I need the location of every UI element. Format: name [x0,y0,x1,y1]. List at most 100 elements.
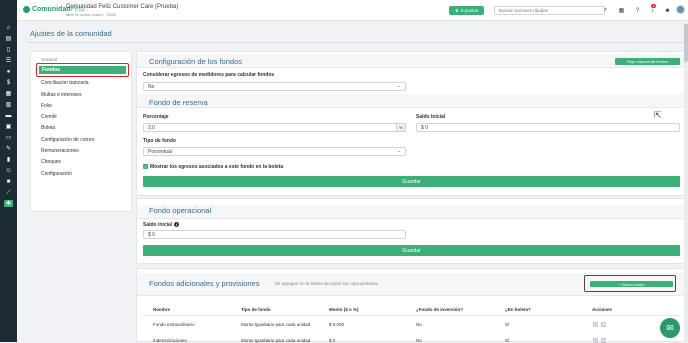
row-name: Indemnizaciones [153,338,187,343]
row-in-bill: Sí [505,322,510,327]
search-icon[interactable]: ⌕ [602,7,609,14]
col-type: Tipo de fondo [241,307,271,312]
include-expenses-label: Considerar egresos de medidores para cal… [143,72,275,78]
operational-balance-input[interactable]: $ 0 [143,230,406,239]
additional-funds-subtitle: Se agregan en la boleta de todos los cop… [275,281,378,286]
community-name[interactable]: Comunidad Feliz Customer Care (Prueba) [66,4,178,10]
wrench-icon[interactable]: ✎ [4,145,13,152]
table-divider [143,315,680,316]
divider [27,42,688,43]
row-name: Fondo extraordinario [153,322,195,327]
col-amount: Monto ($ o %) [329,307,359,312]
operational-balance-text: Saldo inicial [143,222,173,228]
new-fund-button[interactable]: + Nuevo fondo [590,281,673,287]
clipboard-icon[interactable]: ▥ [4,101,13,108]
line-chart-icon[interactable]: ⟋ [4,189,13,196]
menu-section-general: General [41,57,58,62]
dollar-icon[interactable]: $ [4,79,13,86]
row-type: Monto Igualitario para cada unidad [241,322,311,327]
users-icon[interactable]: ☺ [4,167,13,174]
menu-item-cheques[interactable]: Cheques [41,159,61,165]
operational-balance-label: Saldo inicial i [143,222,180,228]
scrollbar[interactable] [684,22,688,342]
percentage-value: 2,0 [148,124,155,131]
row-investment: No [416,322,422,327]
trash-icon[interactable]: ▯ [601,322,606,327]
include-expenses-select[interactable]: No ⌄ [143,82,406,91]
points-label: 0 puntos [460,8,479,13]
reserve-fund-title: Fondo de reserva [149,98,208,107]
building-icon[interactable]: ▤ [4,35,13,42]
include-expenses-value: No [148,83,155,90]
notification-badge: 1 [651,4,656,8]
row-amount: $ 0 [329,338,336,343]
show-expenses-checkbox[interactable]: ✓ [143,164,148,169]
page-title: Ajustes de la comunidad [30,29,112,38]
quick-search-input[interactable]: Buscar acciones rápidas [494,6,605,15]
edit-icon[interactable]: ✎ [593,322,598,327]
current-period: Mes en curso: marzo · 2025 [66,12,116,17]
trash-icon[interactable]: ▯ [601,338,606,343]
edit-icon[interactable]: ✎ [593,338,598,343]
info-icon[interactable]: i [174,222,180,227]
home-icon[interactable]: ⌂ [4,24,13,31]
box-icon[interactable]: ■ [4,178,13,185]
menu-item-folio[interactable]: Folio [41,103,52,109]
menu-item-multas[interactable]: Multas e intereses [41,92,82,98]
help-icon[interactable]: ? [634,7,641,14]
folder-icon[interactable]: ▭ [4,134,13,141]
alert-icon[interactable]: ● [4,68,13,75]
menu-item-configuracion[interactable]: Configuración [41,171,72,177]
additional-funds-title: Fondos adicionales y provisiones [149,279,260,288]
list-icon[interactable]: ☰ [4,57,13,64]
points-button[interactable]: ♛ 0 puntos [449,6,484,15]
operational-fund-title: Fondo operacional [149,206,212,215]
fund-type-value: Porcentual [148,148,172,155]
menu-item-boleta[interactable]: Boleta [41,125,55,131]
chevron-down-icon: ⌄ [396,148,401,154]
scrollbar-thumb[interactable] [684,24,688,62]
contacts-icon[interactable]: ▣ [4,123,13,130]
reserve-save-button[interactable]: Guardar [143,176,680,187]
col-name: Nombre [153,307,171,312]
trophy-icon: ♛ [454,7,459,13]
document-icon[interactable]: ▯ [4,46,13,53]
menu-item-conciliacion[interactable]: Conciliación bancaria [41,80,89,86]
percentage-label: Porcentaje [143,114,169,120]
menu-item-remuneraciones[interactable]: Remuneraciones [41,148,79,154]
calendar-icon[interactable]: ▦ [4,90,13,97]
menu-item-correo[interactable]: Configuración de correo [41,137,94,143]
menu-item-fondos[interactable]: Fondos [39,66,126,74]
chat-icon[interactable]: ✉ [660,318,680,338]
chevron-down-icon: ⌄ [396,83,401,89]
manual-flow-label: Flujo manual de fondos [626,59,669,64]
row-in-bill: Sí [505,338,510,343]
grid-icon[interactable]: ▦ [618,7,625,14]
operational-balance-value: $ 0 [148,231,155,238]
initial-balance-label: Saldo Inicial [416,114,446,120]
row-amount: $ 5.000 [329,322,345,327]
avatar[interactable] [676,5,685,14]
menu-item-comite[interactable]: Comité [41,114,57,120]
row-type: Monto Igualitario para cada unidad [241,338,311,343]
percentage-input[interactable]: 2,0% [143,123,406,132]
operational-save-button[interactable]: Guardar [143,245,680,256]
bell-icon[interactable]: ♪ [649,7,656,14]
col-investment: ¿Fondo de inversión? [416,307,463,312]
briefcase-icon[interactable]: ▬ [4,112,13,119]
fund-type-label: Tipo de fondo [143,138,176,144]
chart-icon[interactable]: ▮ [4,156,13,163]
initial-balance-input[interactable]: $ 0 [416,123,680,132]
manual-flow-button[interactable]: Flujo manual de fondos [615,58,680,65]
initial-balance-value: $ 0 [421,124,428,131]
user-icon[interactable]: ☻ [664,7,671,14]
top-bar: Comunidad Feliz Comunidad Feliz Customer … [17,0,688,21]
row-investment: No [416,338,422,343]
show-expenses-label[interactable]: Mostrar los egresos asociados a este fon… [150,164,283,170]
col-actions: Acciones [592,307,613,312]
settings-icon[interactable]: ✱ [4,200,13,207]
logo-mark-icon [23,6,30,13]
fund-type-select[interactable]: Porcentual ⌄ [143,147,406,156]
mouse-cursor-icon: ⇱ [654,110,662,120]
reserve-header [137,94,687,108]
